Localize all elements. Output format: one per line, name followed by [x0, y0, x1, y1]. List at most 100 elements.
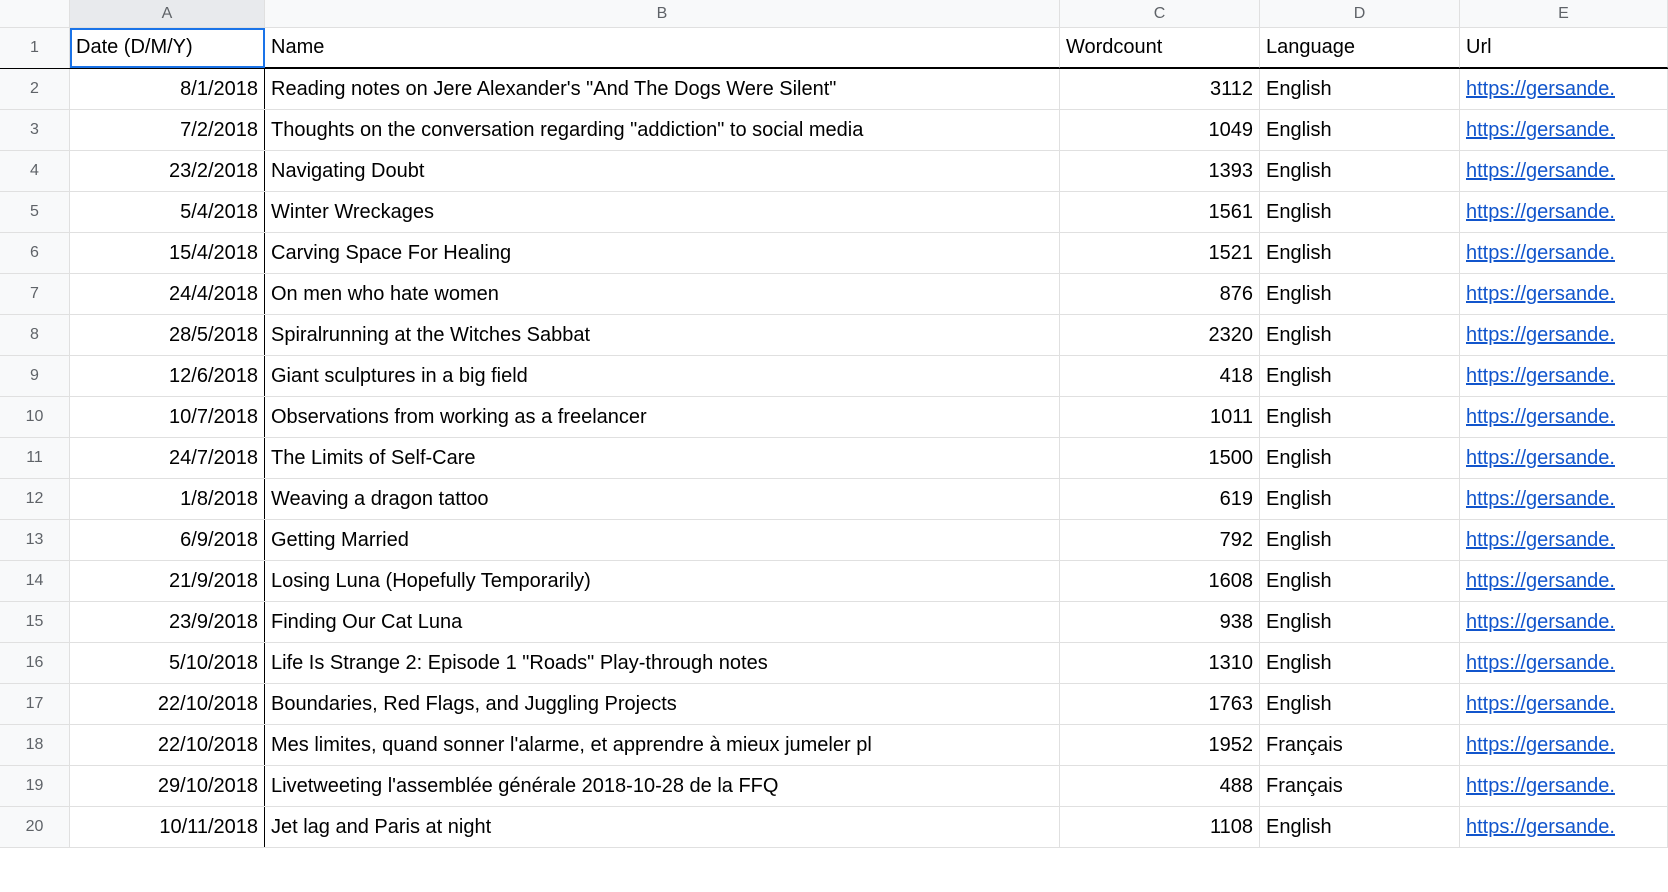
- cell-language[interactable]: English: [1260, 807, 1460, 847]
- row-header[interactable]: 11: [0, 438, 70, 478]
- cell-a1[interactable]: Date (D/M/Y): [70, 28, 265, 68]
- cell-language[interactable]: English: [1260, 684, 1460, 724]
- cell-wordcount[interactable]: 1763: [1060, 684, 1260, 724]
- cell-url[interactable]: https://gersande.: [1460, 520, 1668, 560]
- cell-wordcount[interactable]: 1500: [1060, 438, 1260, 478]
- cell-language[interactable]: English: [1260, 192, 1460, 232]
- cell-date[interactable]: 5/10/2018: [70, 643, 265, 683]
- cell-wordcount[interactable]: 488: [1060, 766, 1260, 806]
- cell-url[interactable]: https://gersande.: [1460, 684, 1668, 724]
- cell-wordcount[interactable]: 1108: [1060, 807, 1260, 847]
- cell-date[interactable]: 7/2/2018: [70, 110, 265, 150]
- cell-language[interactable]: English: [1260, 561, 1460, 601]
- cell-language[interactable]: Français: [1260, 725, 1460, 765]
- cell-language[interactable]: English: [1260, 69, 1460, 109]
- cell-url[interactable]: https://gersande.: [1460, 356, 1668, 396]
- cell-date[interactable]: 8/1/2018: [70, 69, 265, 109]
- cell-name[interactable]: Navigating Doubt: [265, 151, 1060, 191]
- cell-date[interactable]: 1/8/2018: [70, 479, 265, 519]
- cell-b1[interactable]: Name: [265, 28, 1060, 68]
- cell-url[interactable]: https://gersande.: [1460, 438, 1668, 478]
- cell-language[interactable]: English: [1260, 520, 1460, 560]
- cell-wordcount[interactable]: 1310: [1060, 643, 1260, 683]
- cell-name[interactable]: Observations from working as a freelance…: [265, 397, 1060, 437]
- cell-language[interactable]: English: [1260, 151, 1460, 191]
- row-header[interactable]: 1: [0, 28, 70, 68]
- cell-wordcount[interactable]: 1608: [1060, 561, 1260, 601]
- row-header[interactable]: 3: [0, 110, 70, 150]
- cell-e1[interactable]: Url: [1460, 28, 1668, 68]
- cell-date[interactable]: 22/10/2018: [70, 725, 265, 765]
- cell-language[interactable]: English: [1260, 643, 1460, 683]
- select-all-corner[interactable]: [0, 0, 70, 27]
- cell-language[interactable]: English: [1260, 438, 1460, 478]
- row-header[interactable]: 4: [0, 151, 70, 191]
- cell-wordcount[interactable]: 1049: [1060, 110, 1260, 150]
- cell-name[interactable]: Jet lag and Paris at night: [265, 807, 1060, 847]
- row-header[interactable]: 13: [0, 520, 70, 560]
- row-header[interactable]: 5: [0, 192, 70, 232]
- row-header[interactable]: 7: [0, 274, 70, 314]
- cell-language[interactable]: English: [1260, 602, 1460, 642]
- cell-date[interactable]: 12/6/2018: [70, 356, 265, 396]
- cell-url[interactable]: https://gersande.: [1460, 561, 1668, 601]
- cell-language[interactable]: English: [1260, 397, 1460, 437]
- cell-date[interactable]: 10/7/2018: [70, 397, 265, 437]
- cell-c1[interactable]: Wordcount: [1060, 28, 1260, 68]
- cell-name[interactable]: Giant sculptures in a big field: [265, 356, 1060, 396]
- cell-wordcount[interactable]: 1393: [1060, 151, 1260, 191]
- cell-language[interactable]: English: [1260, 479, 1460, 519]
- column-header-a[interactable]: A: [70, 0, 265, 27]
- cell-name[interactable]: Weaving a dragon tattoo: [265, 479, 1060, 519]
- row-header[interactable]: 17: [0, 684, 70, 724]
- cell-language[interactable]: English: [1260, 356, 1460, 396]
- cell-wordcount[interactable]: 1952: [1060, 725, 1260, 765]
- column-header-e[interactable]: E: [1460, 0, 1668, 27]
- row-header[interactable]: 15: [0, 602, 70, 642]
- cell-name[interactable]: On men who hate women: [265, 274, 1060, 314]
- row-header[interactable]: 19: [0, 766, 70, 806]
- cell-wordcount[interactable]: 1561: [1060, 192, 1260, 232]
- cell-name[interactable]: The Limits of Self-Care: [265, 438, 1060, 478]
- cell-wordcount[interactable]: 619: [1060, 479, 1260, 519]
- cell-name[interactable]: Carving Space For Healing: [265, 233, 1060, 273]
- cell-date[interactable]: 23/2/2018: [70, 151, 265, 191]
- cell-name[interactable]: Boundaries, Red Flags, and Juggling Proj…: [265, 684, 1060, 724]
- cell-date[interactable]: 22/10/2018: [70, 684, 265, 724]
- cell-url[interactable]: https://gersande.: [1460, 397, 1668, 437]
- cell-url[interactable]: https://gersande.: [1460, 151, 1668, 191]
- cell-d1[interactable]: Language: [1260, 28, 1460, 68]
- cell-url[interactable]: https://gersande.: [1460, 315, 1668, 355]
- cell-name[interactable]: Getting Married: [265, 520, 1060, 560]
- cell-wordcount[interactable]: 938: [1060, 602, 1260, 642]
- row-header[interactable]: 8: [0, 315, 70, 355]
- cell-url[interactable]: https://gersande.: [1460, 643, 1668, 683]
- cell-url[interactable]: https://gersande.: [1460, 274, 1668, 314]
- cell-date[interactable]: 21/9/2018: [70, 561, 265, 601]
- row-header[interactable]: 20: [0, 807, 70, 847]
- cell-wordcount[interactable]: 1521: [1060, 233, 1260, 273]
- cell-name[interactable]: Finding Our Cat Luna: [265, 602, 1060, 642]
- cell-name[interactable]: Losing Luna (Hopefully Temporarily): [265, 561, 1060, 601]
- cell-name[interactable]: Livetweeting l'assemblée générale 2018-1…: [265, 766, 1060, 806]
- cell-name[interactable]: Reading notes on Jere Alexander's "And T…: [265, 69, 1060, 109]
- cell-wordcount[interactable]: 3112: [1060, 69, 1260, 109]
- column-header-b[interactable]: B: [265, 0, 1060, 27]
- cell-wordcount[interactable]: 792: [1060, 520, 1260, 560]
- cell-url[interactable]: https://gersande.: [1460, 766, 1668, 806]
- column-header-d[interactable]: D: [1260, 0, 1460, 27]
- cell-name[interactable]: Thoughts on the conversation regarding "…: [265, 110, 1060, 150]
- cell-name[interactable]: Spiralrunning at the Witches Sabbat: [265, 315, 1060, 355]
- cell-language[interactable]: English: [1260, 274, 1460, 314]
- cell-url[interactable]: https://gersande.: [1460, 725, 1668, 765]
- cell-url[interactable]: https://gersande.: [1460, 233, 1668, 273]
- cell-wordcount[interactable]: 418: [1060, 356, 1260, 396]
- cell-date[interactable]: 29/10/2018: [70, 766, 265, 806]
- row-header[interactable]: 6: [0, 233, 70, 273]
- cell-url[interactable]: https://gersande.: [1460, 602, 1668, 642]
- cell-date[interactable]: 28/5/2018: [70, 315, 265, 355]
- cell-date[interactable]: 15/4/2018: [70, 233, 265, 273]
- row-header[interactable]: 2: [0, 69, 70, 109]
- row-header[interactable]: 10: [0, 397, 70, 437]
- row-header[interactable]: 14: [0, 561, 70, 601]
